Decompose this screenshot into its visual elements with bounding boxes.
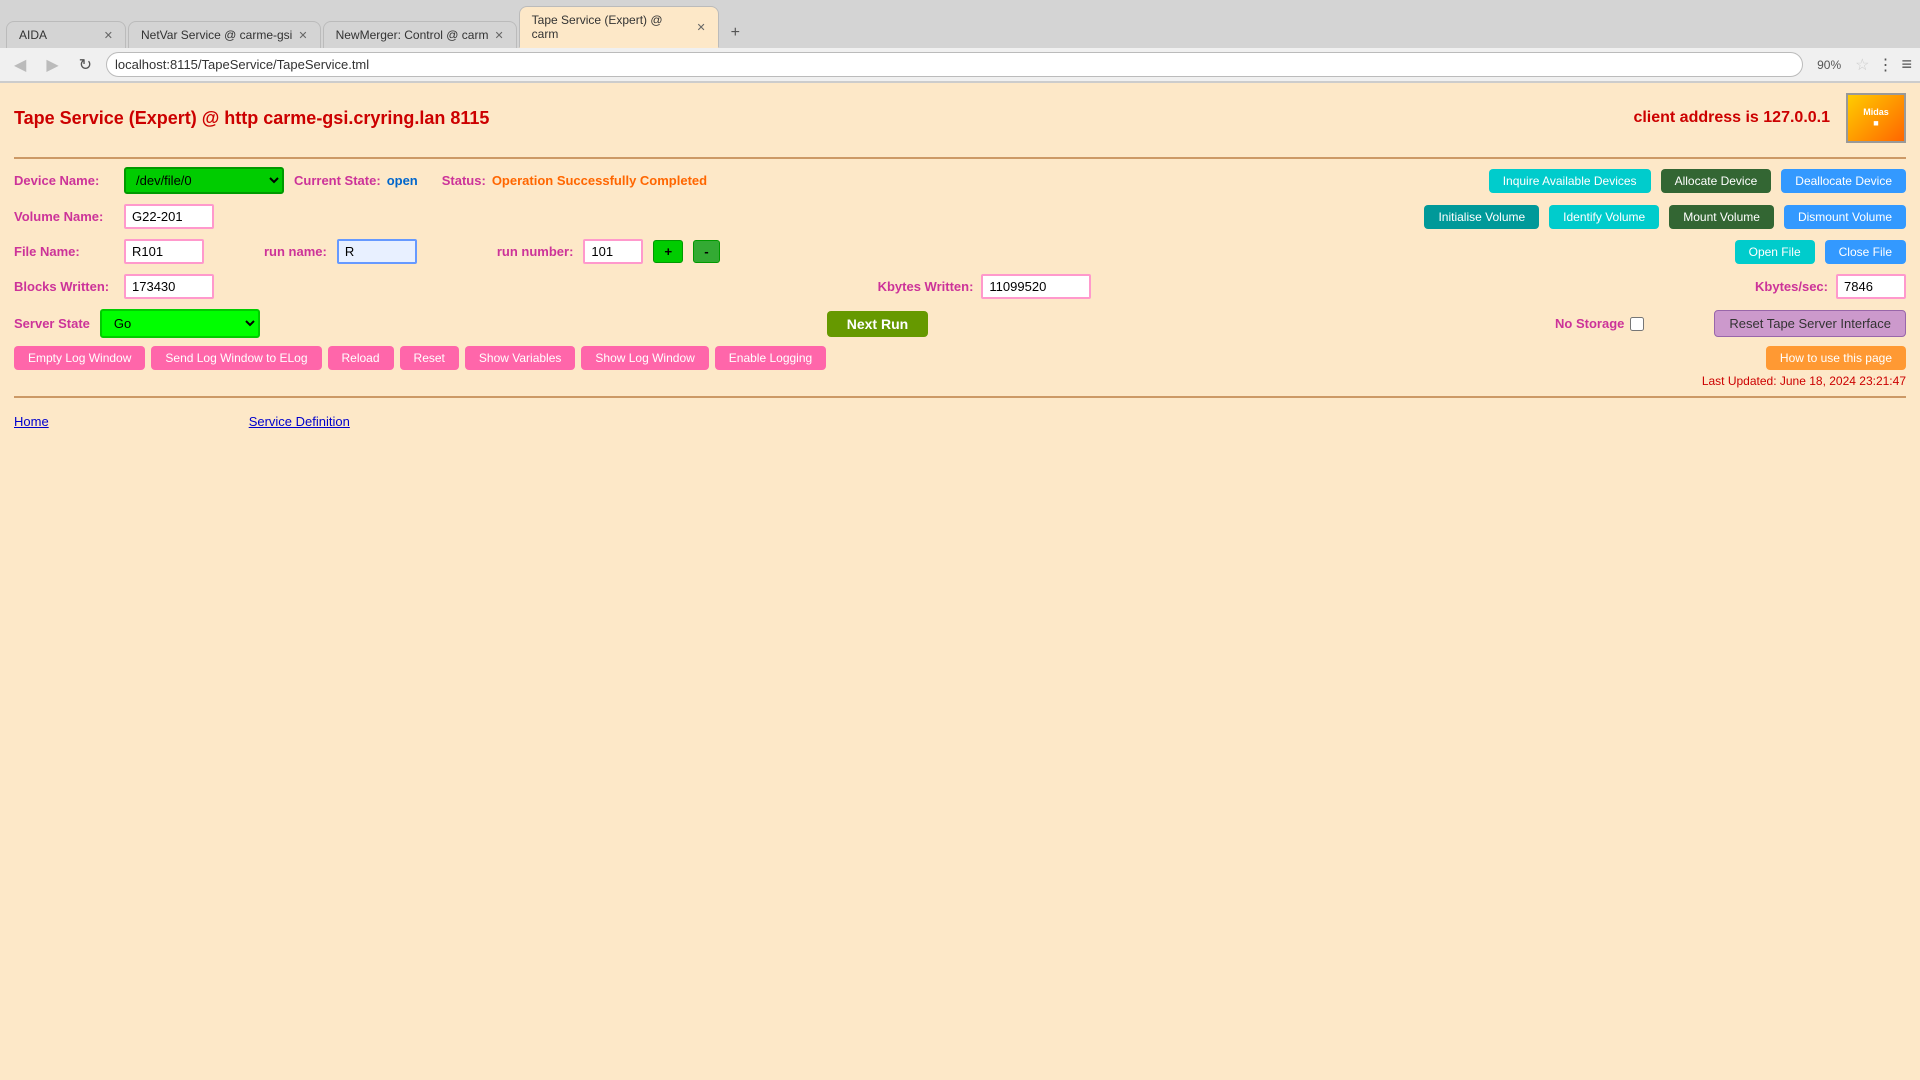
zoom-label: 90% — [1811, 56, 1847, 74]
send-log-button[interactable]: Send Log Window to ELog — [151, 346, 321, 370]
inquire-devices-button[interactable]: Inquire Available Devices — [1489, 169, 1651, 193]
run-number-increment[interactable]: + — [653, 240, 683, 263]
tab-newmerger-label: NewMerger: Control @ carm — [336, 28, 489, 42]
current-state-label: Current State: — [294, 173, 381, 188]
last-updated: Last Updated: June 18, 2024 23:21:47 — [14, 374, 1906, 388]
tab-newmerger[interactable]: NewMerger: Control @ carm ✕ — [323, 21, 517, 48]
footer-divider — [14, 396, 1906, 398]
empty-log-button[interactable]: Empty Log Window — [14, 346, 145, 370]
open-file-button[interactable]: Open File — [1735, 240, 1815, 264]
kbytes-sec-label: Kbytes/sec: — [1755, 279, 1828, 294]
reset-button[interactable]: Reset — [400, 346, 459, 370]
footer-links: Home Service Definition — [14, 414, 1906, 429]
address-bar: ◀ ▶ ↻ 90% ☆ ⋮ ≡ — [0, 48, 1920, 82]
menu-button[interactable]: ≡ — [1901, 54, 1912, 75]
how-to-use-button[interactable]: How to use this page — [1766, 346, 1906, 370]
device-row: Device Name: /dev/file/0 Current State: … — [14, 167, 1906, 194]
service-definition-link[interactable]: Service Definition — [249, 414, 350, 429]
run-number-input[interactable] — [583, 239, 643, 264]
volume-name-input[interactable] — [124, 204, 214, 229]
run-number-label: run number: — [497, 244, 574, 259]
device-name-select[interactable]: /dev/file/0 — [124, 167, 284, 194]
next-run-button[interactable]: Next Run — [827, 311, 928, 337]
home-link[interactable]: Home — [14, 414, 49, 429]
run-name-label: run name: — [264, 244, 327, 259]
status-value: Operation Successfully Completed — [492, 173, 707, 188]
tab-netvar[interactable]: NetVar Service @ carme-gsi ✕ — [128, 21, 321, 48]
file-row: File Name: run name: run number: + - Ope… — [14, 239, 1906, 264]
forward-button[interactable]: ▶ — [40, 53, 64, 77]
tab-tapeservice[interactable]: Tape Service (Expert) @ carm ✕ — [519, 6, 719, 48]
blocks-row: Blocks Written: Kbytes Written: Kbytes/s… — [14, 274, 1906, 299]
page-content: Tape Service (Expert) @ http carme-gsi.c… — [0, 83, 1920, 439]
extensions-button[interactable]: ⋮ — [1877, 55, 1893, 75]
kbytes-written-input[interactable] — [981, 274, 1091, 299]
no-storage-label: No Storage — [1555, 316, 1624, 331]
status-label: Status: — [442, 173, 486, 188]
bookmark-button[interactable]: ☆ — [1855, 55, 1869, 75]
no-storage-checkbox[interactable] — [1630, 317, 1644, 331]
allocate-device-button[interactable]: Allocate Device — [1661, 169, 1772, 193]
current-state-value: open — [387, 173, 418, 188]
server-state-label: Server State — [14, 316, 90, 331]
run-number-decrement[interactable]: - — [693, 240, 719, 263]
volume-row: Volume Name: Initialise Volume Identify … — [14, 204, 1906, 229]
tab-aida-close[interactable]: ✕ — [104, 29, 113, 42]
tab-bar: AIDA ✕ NetVar Service @ carme-gsi ✕ NewM… — [0, 0, 1920, 48]
tab-tapeservice-label: Tape Service (Expert) @ carm — [532, 13, 691, 41]
enable-logging-button[interactable]: Enable Logging — [715, 346, 826, 370]
show-log-button[interactable]: Show Log Window — [581, 346, 708, 370]
tab-aida-label: AIDA — [19, 28, 47, 42]
page-title: Tape Service (Expert) @ http carme-gsi.c… — [14, 108, 489, 129]
deallocate-device-button[interactable]: Deallocate Device — [1781, 169, 1906, 193]
reset-tape-button[interactable]: Reset Tape Server Interface — [1714, 310, 1906, 337]
run-name-input[interactable] — [337, 239, 417, 264]
kbytes-written-label: Kbytes Written: — [878, 279, 974, 294]
action-row: Empty Log Window Send Log Window to ELog… — [14, 346, 1906, 370]
file-name-input[interactable] — [124, 239, 204, 264]
file-name-label: File Name: — [14, 244, 114, 259]
mount-volume-button[interactable]: Mount Volume — [1669, 205, 1774, 229]
server-state-row: Server State Go Next Run No Storage Rese… — [14, 309, 1906, 338]
device-name-label: Device Name: — [14, 173, 114, 188]
initialise-volume-button[interactable]: Initialise Volume — [1424, 205, 1539, 229]
page-header: Tape Service (Expert) @ http carme-gsi.c… — [14, 93, 1906, 143]
close-file-button[interactable]: Close File — [1825, 240, 1906, 264]
identify-volume-button[interactable]: Identify Volume — [1549, 205, 1659, 229]
tab-tapeservice-close[interactable]: ✕ — [696, 21, 705, 34]
back-button[interactable]: ◀ — [8, 53, 32, 77]
dismount-volume-button[interactable]: Dismount Volume — [1784, 205, 1906, 229]
new-tab-button[interactable]: + — [721, 18, 750, 48]
refresh-button[interactable]: ↻ — [73, 53, 98, 77]
volume-name-label: Volume Name: — [14, 209, 114, 224]
server-state-select[interactable]: Go — [100, 309, 260, 338]
tab-netvar-label: NetVar Service @ carme-gsi — [141, 28, 292, 42]
blocks-written-label: Blocks Written: — [14, 279, 114, 294]
tab-aida[interactable]: AIDA ✕ — [6, 21, 126, 48]
blocks-written-input[interactable] — [124, 274, 214, 299]
tab-newmerger-close[interactable]: ✕ — [494, 29, 503, 42]
header-divider — [14, 157, 1906, 159]
tab-netvar-close[interactable]: ✕ — [298, 29, 307, 42]
reload-button[interactable]: Reload — [328, 346, 394, 370]
client-address: client address is 127.0.0.1 — [1633, 109, 1830, 127]
browser-chrome: AIDA ✕ NetVar Service @ carme-gsi ✕ NewM… — [0, 0, 1920, 83]
kbytes-sec-input[interactable] — [1836, 274, 1906, 299]
show-variables-button[interactable]: Show Variables — [465, 346, 576, 370]
logo: Midas■ — [1846, 93, 1906, 143]
address-input[interactable] — [106, 52, 1803, 77]
